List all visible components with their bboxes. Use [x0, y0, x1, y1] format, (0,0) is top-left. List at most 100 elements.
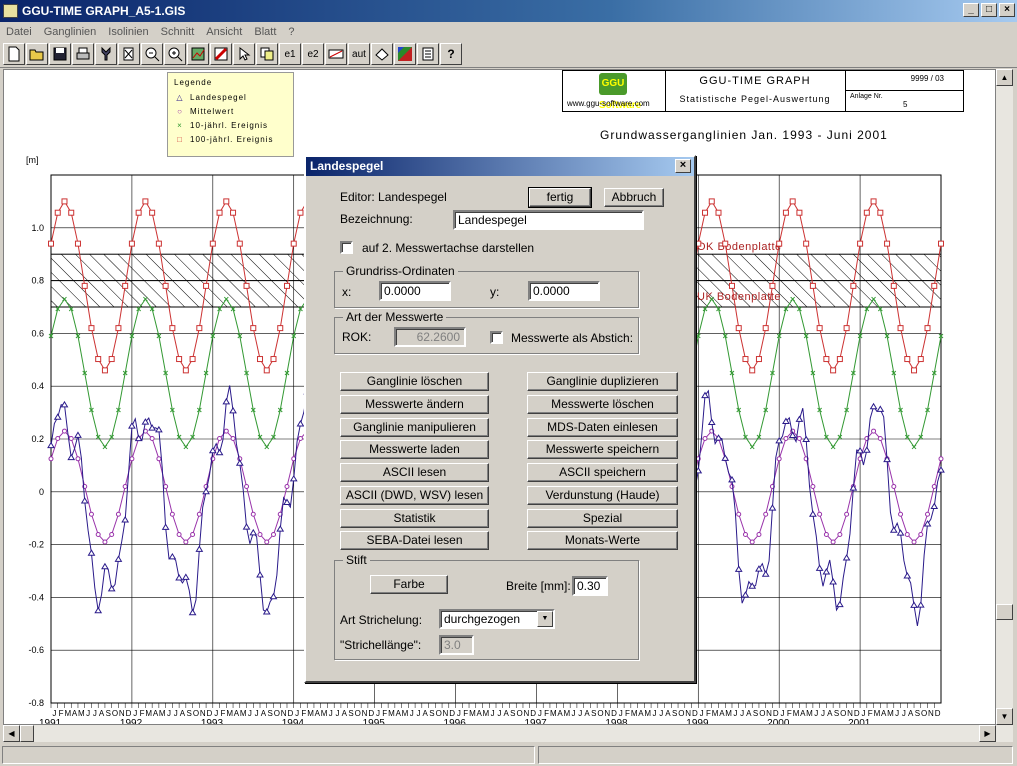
x-month-label: A	[584, 709, 590, 718]
copy-icon[interactable]	[256, 43, 278, 65]
horizontal-scrollbar[interactable]: ◀ ▶	[3, 725, 1013, 742]
abstich-checkbox[interactable]	[490, 331, 503, 344]
page-zoom-icon[interactable]	[118, 43, 140, 65]
close-button[interactable]: ×	[999, 3, 1015, 17]
new-icon[interactable]	[3, 43, 25, 65]
x-month-label: J	[491, 709, 495, 718]
maximize-button[interactable]: □	[981, 3, 997, 17]
menu-ganglinien[interactable]: Ganglinien	[38, 26, 103, 38]
ganglinie-loeschen-button[interactable]: Ganglinie löschen	[340, 372, 489, 391]
menu-ansicht[interactable]: Ansicht	[200, 26, 248, 38]
e2-button[interactable]: e2	[302, 43, 324, 65]
menu-blatt[interactable]: Blatt	[248, 26, 282, 38]
data-point-marker	[290, 240, 297, 247]
data-point-marker	[702, 209, 709, 216]
tool-icon[interactable]	[95, 43, 117, 65]
x-month-label: A	[503, 709, 509, 718]
messwerte-aendern-button[interactable]: Messwerte ändern	[340, 395, 489, 414]
ganglinie-duplizieren-button[interactable]: Ganglinie duplizieren	[527, 372, 678, 391]
pointer-icon[interactable]	[233, 43, 255, 65]
menu-isolinien[interactable]: Isolinien	[102, 26, 154, 38]
vertical-scroll-thumb[interactable]	[996, 604, 1013, 620]
color-icon[interactable]	[210, 43, 232, 65]
data-point-marker	[222, 397, 231, 405]
help-button[interactable]: ?	[440, 43, 462, 65]
data-point-marker	[917, 356, 924, 363]
strichlaenge-input[interactable]: 3.0	[439, 635, 474, 655]
y-coordinate-input[interactable]: 0.0000	[528, 281, 600, 301]
data-point-marker	[836, 356, 843, 363]
verdunstung-button[interactable]: Verdunstung (Haude)	[527, 486, 678, 505]
farbe-button[interactable]: Farbe	[370, 575, 448, 594]
palette-icon[interactable]	[394, 43, 416, 65]
spezial-button[interactable]: Spezial	[527, 509, 678, 528]
scroll-up-icon[interactable]: ▲	[996, 69, 1013, 86]
ascii-dwd-lesen-button[interactable]: ASCII (DWD, WSV) lesen	[340, 486, 489, 505]
x-year-label: 1997	[524, 718, 547, 725]
x-month-label: J	[410, 709, 414, 718]
statistik-button[interactable]: Statistik	[340, 509, 489, 528]
reference-line-label: UK Bodenplatte	[697, 291, 781, 303]
breite-input[interactable]: 0.30	[572, 576, 608, 596]
data-point-marker	[722, 240, 729, 247]
data-point-marker	[734, 565, 743, 572]
x-month-label: D	[611, 709, 617, 718]
minimize-button[interactable]: _	[963, 3, 979, 17]
data-point-marker	[87, 549, 96, 556]
x-month-label: J	[902, 709, 906, 718]
mds-einlesen-button[interactable]: MDS-Daten einlesen	[527, 418, 678, 437]
abbruch-button[interactable]: Abbruch	[604, 188, 664, 207]
data-point-marker	[250, 511, 256, 517]
print-icon[interactable]	[72, 43, 94, 65]
strichelung-select[interactable]: durchgezogen ▼	[439, 609, 555, 629]
e1-button[interactable]: e1	[279, 43, 301, 65]
list-icon[interactable]	[417, 43, 439, 65]
status-pane	[2, 746, 535, 764]
data-point-marker	[795, 415, 804, 422]
menu-help[interactable]: ?	[282, 26, 300, 38]
aut-button[interactable]: aut	[348, 43, 370, 65]
x-coordinate-input[interactable]: 0.0000	[379, 281, 451, 301]
bezeichnung-input[interactable]: Landespegel	[453, 210, 644, 230]
data-point-marker	[742, 356, 749, 363]
data-point-marker	[843, 325, 850, 332]
zoom-in-icon[interactable]	[164, 43, 186, 65]
messwerte-laden-button[interactable]: Messwerte laden	[340, 440, 489, 459]
scroll-left-icon[interactable]: ◀	[3, 725, 20, 742]
data-point-marker	[707, 418, 716, 425]
monats-werte-button[interactable]: Monats-Werte	[527, 531, 678, 550]
area-icon[interactable]	[325, 43, 347, 65]
zoom-out-icon[interactable]	[141, 43, 163, 65]
graph-icon[interactable]	[187, 43, 209, 65]
data-point-marker	[196, 325, 203, 332]
chevron-down-icon[interactable]: ▼	[537, 611, 553, 627]
seba-lesen-button[interactable]: SEBA-Datei lesen	[340, 531, 489, 550]
save-icon[interactable]	[49, 43, 71, 65]
print-preview-icon[interactable]	[371, 43, 393, 65]
data-point-marker	[202, 487, 210, 495]
messwerte-loeschen-button[interactable]: Messwerte löschen	[527, 395, 678, 414]
legend-label: Landespegel	[190, 93, 247, 102]
ascii-speichern-button[interactable]: ASCII speichern	[527, 463, 678, 482]
menu-schnitt[interactable]: Schnitt	[155, 26, 201, 38]
rok-input[interactable]: 62.2600	[394, 327, 466, 347]
data-point-marker	[835, 600, 844, 608]
messwerte-speichern-button[interactable]: Messwerte speichern	[527, 440, 678, 459]
x-month-label: N	[847, 709, 853, 718]
x-year-label: 2000	[767, 718, 790, 725]
open-icon[interactable]	[26, 43, 48, 65]
dialog-close-button[interactable]: ×	[675, 159, 691, 173]
data-point-marker	[121, 516, 130, 523]
vertical-scrollbar[interactable]: ▲ ▼	[996, 69, 1013, 725]
x-month-label: O	[759, 709, 765, 718]
x-month-label: S	[267, 709, 272, 718]
fertig-button[interactable]: fertig	[528, 187, 592, 208]
ganglinie-manipulieren-button[interactable]: Ganglinie manipulieren	[340, 418, 489, 437]
menu-datei[interactable]: Datei	[0, 26, 38, 38]
ascii-lesen-button[interactable]: ASCII lesen	[340, 463, 489, 482]
scroll-right-icon[interactable]: ▶	[979, 725, 996, 742]
horizontal-scroll-thumb[interactable]	[20, 725, 34, 742]
second-axis-checkbox[interactable]	[340, 241, 353, 254]
scroll-down-icon[interactable]: ▼	[996, 708, 1013, 725]
x-month-label: O	[355, 709, 361, 718]
